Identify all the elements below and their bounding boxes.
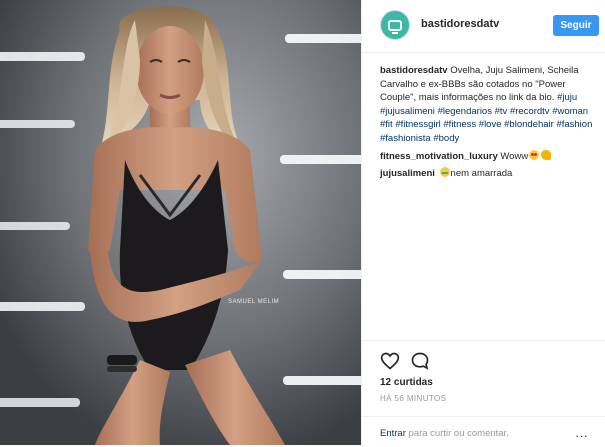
caption-username[interactable]: bastidoresdatv bbox=[380, 65, 448, 76]
post-timestamp: HÁ 56 MINUTOS bbox=[380, 394, 447, 403]
login-prompt: Entrar para curtir ou comentar. bbox=[380, 428, 509, 439]
login-prompt-text: para curtir ou comentar. bbox=[408, 428, 509, 439]
comments-list: bastidoresdatv Ovelha, Juju Salimeni, Sc… bbox=[380, 64, 600, 185]
tv-logo-icon bbox=[388, 19, 402, 34]
follow-button[interactable]: Seguir bbox=[553, 15, 599, 36]
post-actions: 12 curtidas HÁ 56 MINUTOS Entrar para cu… bbox=[362, 340, 605, 446]
heart-eyes-emoji-icon bbox=[529, 149, 540, 160]
header-username[interactable]: bastidoresdatv bbox=[421, 18, 499, 30]
sick-face-emoji-icon bbox=[439, 167, 450, 178]
post-sidebar: bastidoresdatv Seguir bastidoresdatv Ove… bbox=[361, 0, 605, 445]
avatar[interactable] bbox=[380, 10, 410, 40]
hashtag-link[interactable]: #fitness bbox=[443, 119, 476, 130]
comment-text: Woww bbox=[500, 150, 529, 162]
hashtag-link[interactable]: #blondehair bbox=[504, 119, 554, 130]
hashtag-link[interactable]: #body bbox=[433, 133, 459, 144]
hashtag-link[interactable]: #fit bbox=[380, 119, 393, 130]
flexed-biceps-emoji-icon bbox=[541, 149, 552, 160]
comment-text: nem amarrada bbox=[450, 168, 513, 180]
comment-item: jujusalimeni nem amarrada bbox=[380, 167, 600, 181]
like-count[interactable]: 12 curtidas bbox=[380, 377, 433, 388]
photo-illustration bbox=[0, 0, 361, 445]
hashtag-link[interactable]: #juju bbox=[557, 92, 577, 103]
hashtag-link[interactable]: #tv bbox=[495, 106, 508, 117]
hashtag-link[interactable]: #fashion bbox=[556, 119, 592, 130]
heart-icon[interactable] bbox=[380, 351, 400, 371]
comment-username[interactable]: fitness_motivation_luxury bbox=[380, 151, 498, 162]
photographer-watermark: SAMUEL MELIM bbox=[228, 299, 280, 305]
more-icon[interactable]: ... bbox=[574, 425, 590, 441]
hashtag-link[interactable]: #fashionista bbox=[380, 133, 431, 144]
comment-icon[interactable] bbox=[410, 351, 430, 371]
hashtag-link[interactable]: #recordtv bbox=[510, 106, 550, 117]
hashtag-link[interactable]: #fitnessgirl bbox=[395, 119, 440, 130]
instagram-post: SAMUEL MELIM bastidoresdatv Seguir basti… bbox=[0, 0, 605, 445]
comment-box: Entrar para curtir ou comentar. ... bbox=[362, 416, 605, 447]
hashtag-link[interactable]: #woman bbox=[552, 106, 588, 117]
hashtag-link[interactable]: #love bbox=[479, 119, 502, 130]
hashtag-link[interactable]: #legendarios bbox=[438, 106, 492, 117]
comment-item: fitness_motivation_luxury Woww bbox=[380, 149, 600, 164]
caption: bastidoresdatv Ovelha, Juju Salimeni, Sc… bbox=[380, 64, 600, 146]
comment-username[interactable]: jujusalimeni bbox=[380, 168, 435, 179]
hashtag-link[interactable]: #jujusalimeni bbox=[380, 106, 435, 117]
login-link[interactable]: Entrar bbox=[380, 428, 406, 439]
post-header: bastidoresdatv Seguir bbox=[362, 0, 605, 53]
post-photo[interactable]: SAMUEL MELIM bbox=[0, 0, 361, 445]
